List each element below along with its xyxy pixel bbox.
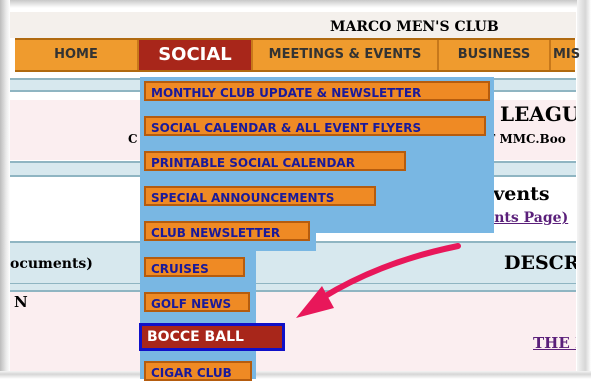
annotation-arrow-icon: [296, 243, 461, 318]
screenshot-frame: MARCO MEN'S CLUB LEAGU C JOHNSON AT MMC.…: [0, 0, 591, 381]
